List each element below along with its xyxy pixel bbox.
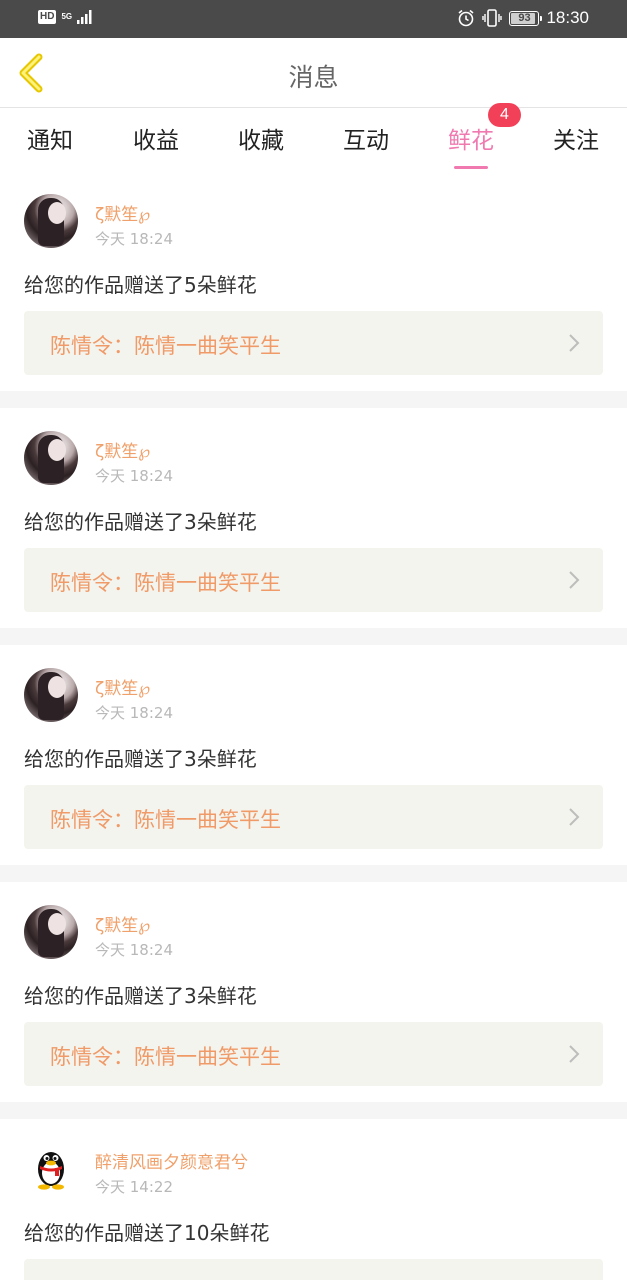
message-list: ζ默笙℘ 今天 18:24 给您的作品赠送了5朵鲜花 陈情令：陈情一曲笑平生 ζ… — [0, 171, 627, 1280]
timestamp: 今天 18:24 — [95, 941, 173, 959]
battery-percent: 93 — [518, 12, 531, 24]
network-type: 5G — [61, 12, 73, 21]
tab-interactions[interactable]: 互动 — [343, 121, 389, 155]
list-item: ζ默笙℘ 今天 18:24 给您的作品赠送了3朵鲜花 陈情令：陈情一曲笑平生 — [0, 645, 627, 865]
username[interactable]: ζ默笙℘ — [95, 911, 150, 936]
hd-icon: HD — [38, 10, 57, 24]
divider — [0, 391, 627, 408]
timestamp: 今天 18:24 — [95, 467, 173, 485]
tab-label: 收益 — [133, 128, 179, 154]
tab-following[interactable]: 关注 — [553, 121, 599, 155]
signal-icon — [77, 10, 92, 24]
avatar[interactable] — [24, 668, 78, 722]
work-title: 陈情令：陈情一曲笑平生 — [50, 334, 281, 358]
work-link[interactable]: 陈情令：陈情一曲笑平生 — [24, 1022, 603, 1086]
list-item: ζ默笙℘ 今天 18:24 给您的作品赠送了3朵鲜花 陈情令：陈情一曲笑平生 — [0, 408, 627, 628]
qq-penguin-icon — [38, 1152, 64, 1190]
list-item: ζ默笙℘ 今天 18:24 给您的作品赠送了5朵鲜花 陈情令：陈情一曲笑平生 — [0, 171, 627, 391]
work-title: 陈情令：陈情一曲笑平生 — [50, 808, 281, 832]
unread-badge: 4 — [488, 103, 521, 127]
avatar[interactable] — [24, 194, 78, 248]
message-text: 给您的作品赠送了3朵鲜花 — [24, 984, 257, 1008]
work-title: 陈情令：陈情一曲笑平生 — [50, 1045, 281, 1069]
timestamp: 今天 18:24 — [95, 704, 173, 722]
tab-label: 互动 — [343, 128, 389, 154]
status-bar: HD 5G 93 18:30 — [0, 0, 627, 38]
tab-label: 收藏 — [238, 128, 284, 154]
tab-bar: 通知 收益 收藏 互动 鲜花 4 关注 — [0, 103, 627, 171]
username[interactable]: ζ默笙℘ — [95, 200, 150, 225]
avatar[interactable] — [24, 1142, 78, 1196]
tab-earnings[interactable]: 收益 — [133, 121, 179, 155]
message-text: 给您的作品赠送了5朵鲜花 — [24, 273, 257, 297]
username[interactable]: ζ默笙℘ — [95, 674, 150, 699]
username[interactable]: ζ默笙℘ — [95, 437, 150, 462]
tab-flowers[interactable]: 鲜花 4 — [448, 103, 521, 169]
work-title: 陈情令：陈情一曲笑平生 — [50, 571, 281, 595]
tab-favorites[interactable]: 收藏 — [238, 121, 284, 155]
divider — [0, 628, 627, 645]
active-tab-indicator — [454, 166, 488, 169]
chevron-right-icon — [569, 808, 580, 826]
chevron-right-icon — [569, 571, 580, 589]
tab-label: 通知 — [27, 128, 73, 154]
work-link[interactable]: 陈情令：陈情一曲笑平生 — [24, 548, 603, 612]
battery-icon: 93 — [509, 10, 543, 26]
message-text: 给您的作品赠送了3朵鲜花 — [24, 510, 257, 534]
tab-label: 关注 — [553, 128, 599, 154]
list-item: 醉清风画夕颜意君兮 今天 14:22 给您的作品赠送了10朵鲜花 — [0, 1119, 627, 1280]
message-text: 给您的作品赠送了10朵鲜花 — [24, 1221, 270, 1245]
work-link[interactable]: 陈情令：陈情一曲笑平生 — [24, 311, 603, 375]
work-link[interactable] — [24, 1259, 603, 1280]
chevron-right-icon — [569, 334, 580, 352]
divider — [0, 865, 627, 882]
timestamp: 今天 18:24 — [95, 230, 173, 248]
avatar[interactable] — [24, 431, 78, 485]
nav-header: 消息 — [0, 38, 627, 108]
work-link[interactable]: 陈情令：陈情一曲笑平生 — [24, 785, 603, 849]
divider — [0, 1102, 627, 1119]
page-title: 消息 — [288, 63, 339, 92]
clock: 18:30 — [546, 8, 589, 27]
vibrate-icon — [482, 9, 503, 27]
timestamp: 今天 14:22 — [95, 1178, 173, 1196]
chevron-right-icon — [569, 1045, 580, 1063]
username[interactable]: 醉清风画夕颜意君兮 — [95, 1148, 248, 1173]
list-item: ζ默笙℘ 今天 18:24 给您的作品赠送了3朵鲜花 陈情令：陈情一曲笑平生 — [0, 882, 627, 1102]
message-text: 给您的作品赠送了3朵鲜花 — [24, 747, 257, 771]
tab-notifications[interactable]: 通知 — [27, 121, 73, 155]
tab-label: 鲜花 — [448, 128, 494, 154]
avatar[interactable] — [24, 905, 78, 959]
alarm-icon — [458, 9, 474, 27]
